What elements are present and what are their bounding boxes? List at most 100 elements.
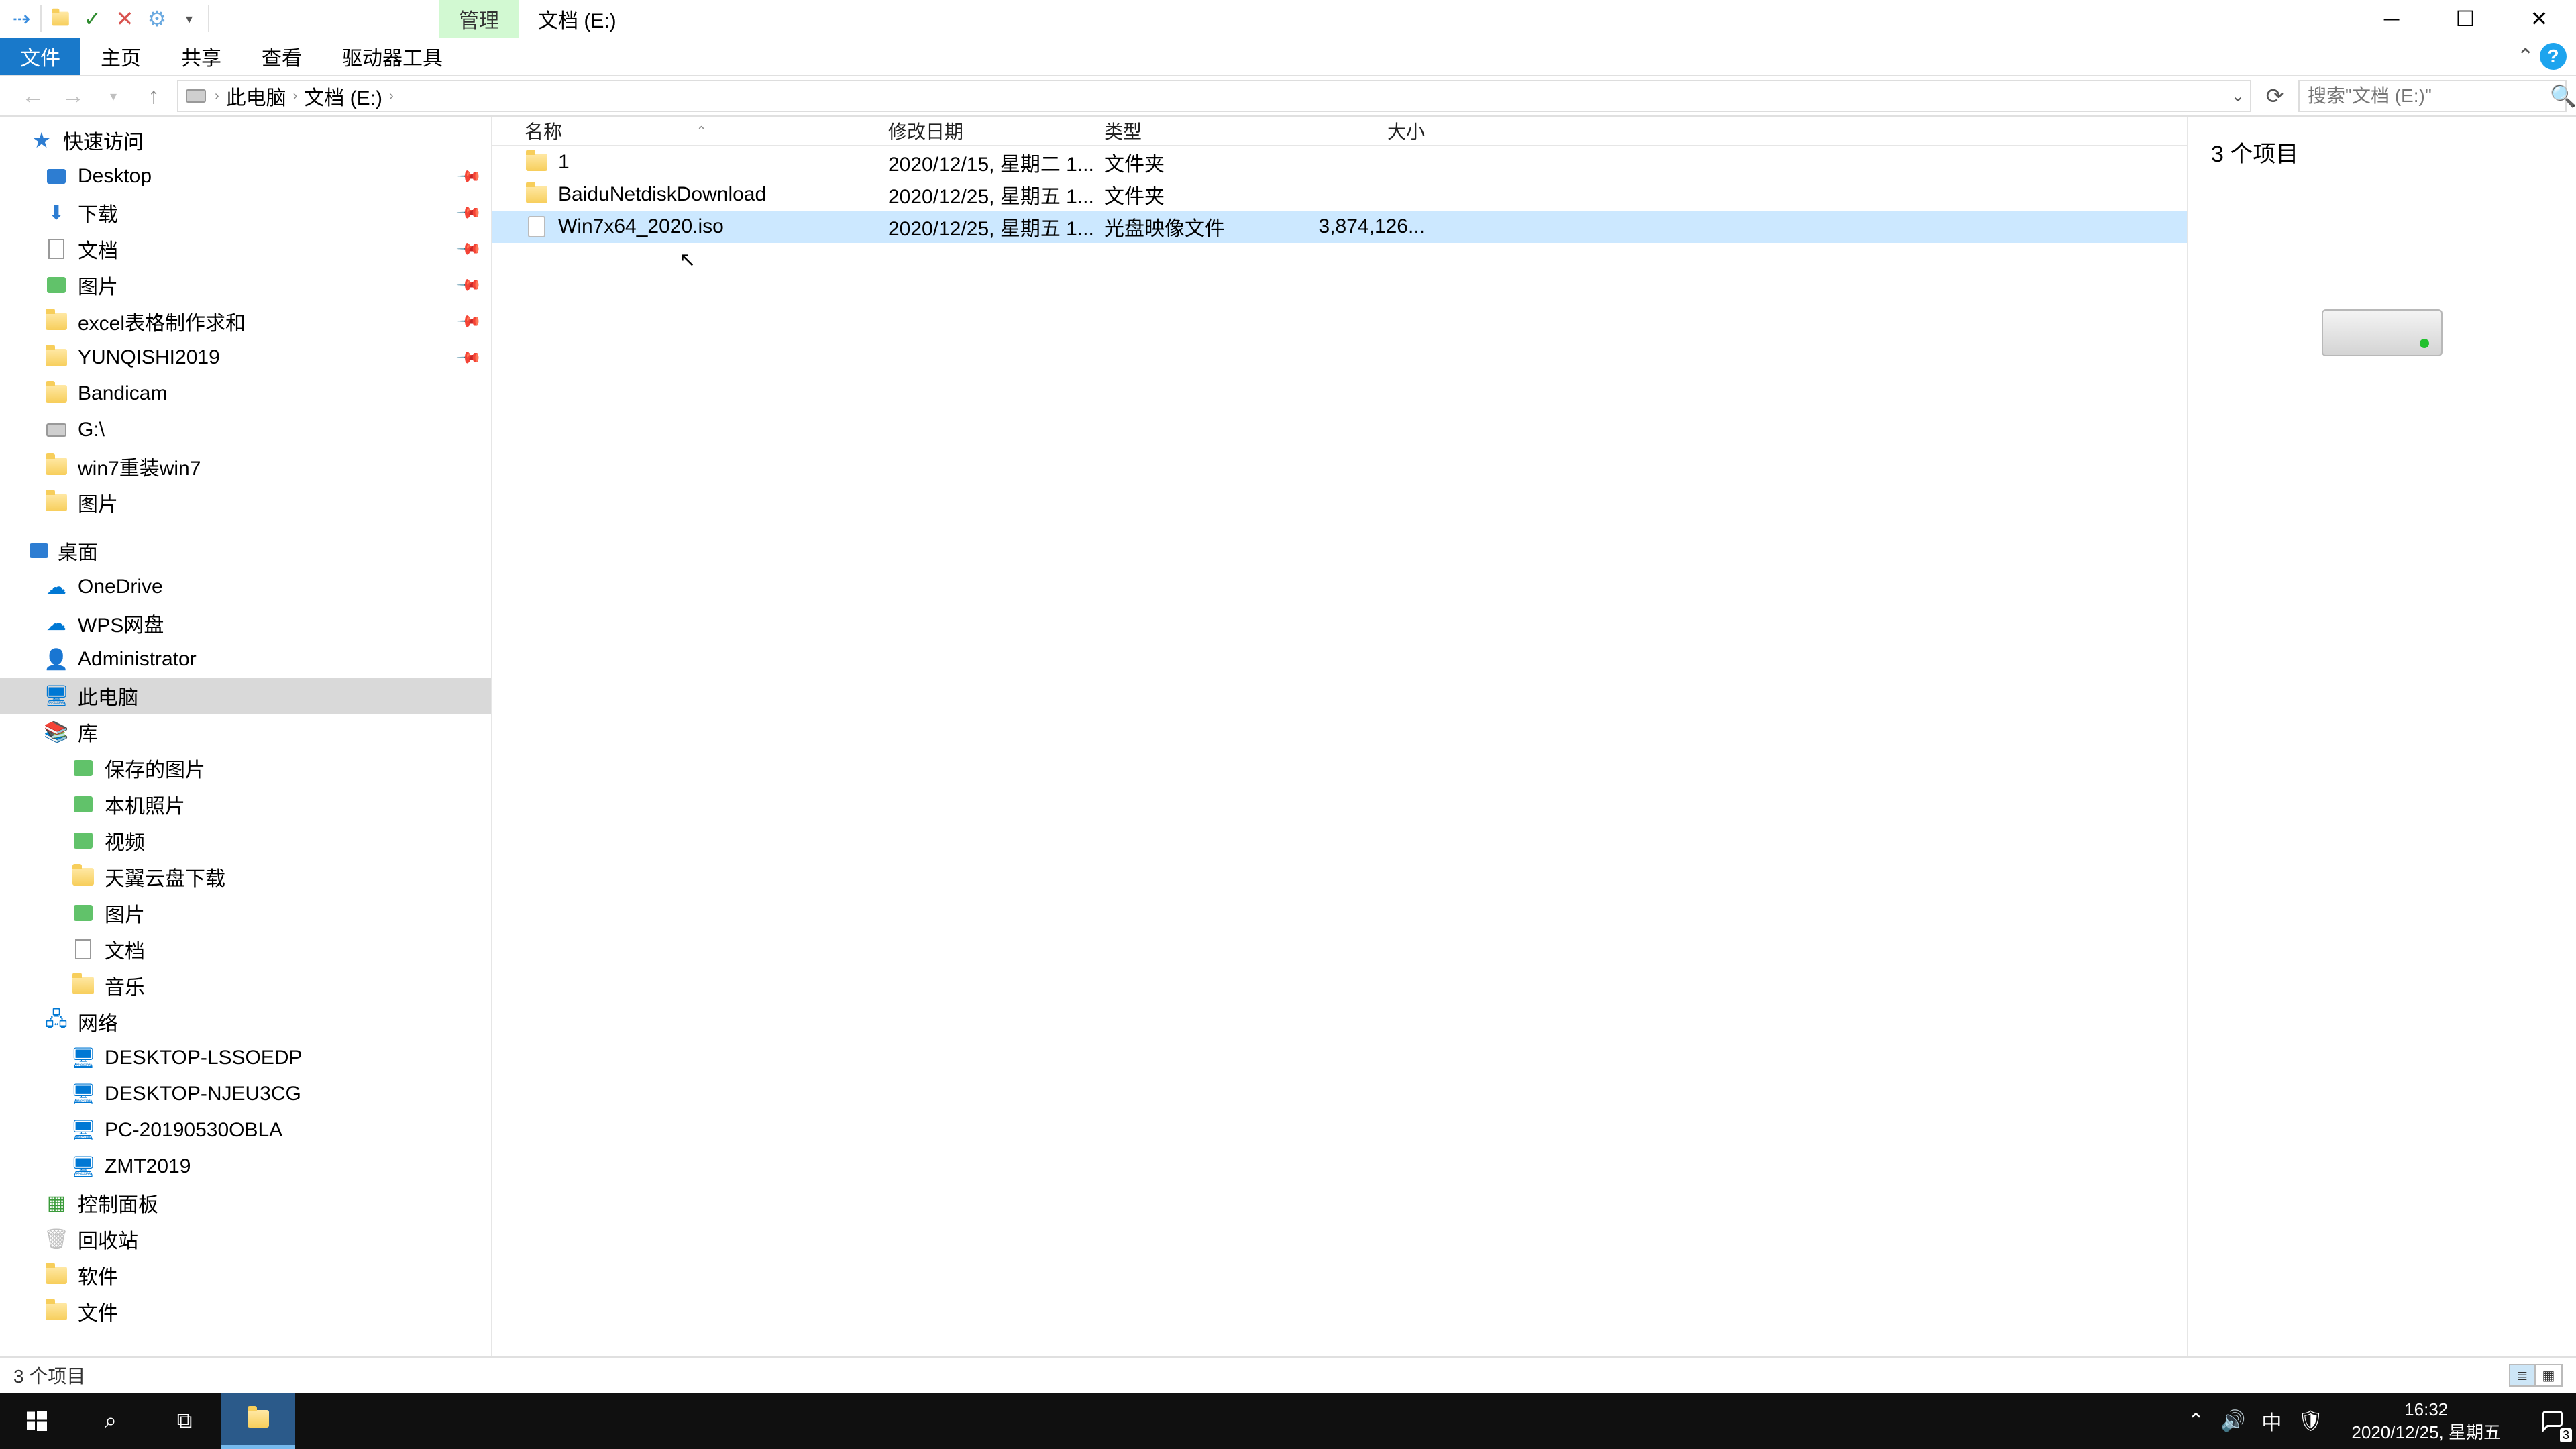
sidebar-item[interactable]: 文档📌	[0, 231, 491, 267]
sidebar-item[interactable]: Bandicam	[0, 376, 491, 412]
column-header-size[interactable]: 大小	[1284, 117, 1445, 144]
nav-back-button[interactable]: ←	[16, 79, 50, 113]
ribbon: 文件 主页 共享 查看 驱动器工具 ⌃ ?	[0, 38, 2576, 76]
sidebar-item[interactable]: ☁OneDrive	[0, 569, 491, 605]
sidebar-item[interactable]: win7重装win7	[0, 448, 491, 484]
sidebar-item[interactable]: 天翼云盘下载	[0, 859, 491, 895]
sidebar-item[interactable]: 音乐	[0, 967, 491, 1004]
navigation-pane[interactable]: ★ 快速访问 Desktop📌⬇下载📌文档📌图片📌excel表格制作求和📌YUN…	[0, 117, 492, 1356]
file-row[interactable]: 12020/12/15, 星期二 1...文件夹	[492, 146, 2187, 178]
doc-icon	[44, 237, 68, 261]
sidebar-item[interactable]: 🖥DESKTOP-NJEU3CG	[0, 1076, 491, 1112]
contextual-tab[interactable]: 管理	[439, 0, 519, 38]
sidebar-item[interactable]: 🖥ZMT2019	[0, 1148, 491, 1185]
ribbon-tab-share[interactable]: 共享	[161, 38, 241, 75]
ribbon-collapse-icon[interactable]: ⌃	[2516, 44, 2534, 69]
sidebar-item[interactable]: 文档	[0, 931, 491, 967]
file-explorer-taskbar-button[interactable]	[221, 1393, 295, 1449]
sidebar-item-label: 图片	[78, 270, 118, 300]
netpc-icon: 🖥	[71, 1046, 95, 1070]
minimize-button[interactable]: ─	[2355, 0, 2428, 38]
address-dropdown-icon[interactable]: ⌄	[2231, 87, 2245, 106]
sidebar-item[interactable]: 图片📌	[0, 267, 491, 303]
ribbon-tab-home[interactable]: 主页	[80, 38, 161, 75]
details-view-button[interactable]: ≣	[2509, 1364, 2536, 1387]
sidebar-item[interactable]: 文件	[0, 1293, 491, 1330]
breadcrumb[interactable]: 文档 (E:)	[304, 81, 382, 111]
sidebar-item[interactable]: 图片	[0, 895, 491, 931]
search-taskbar-button[interactable]: ⌕	[74, 1393, 148, 1449]
column-header-type[interactable]: 类型	[1104, 117, 1284, 144]
column-header-name[interactable]: 名称 ⌃	[492, 117, 888, 144]
pic-icon	[71, 792, 95, 816]
sidebar-item[interactable]: 图片	[0, 484, 491, 521]
sidebar-item[interactable]: 👤Administrator	[0, 641, 491, 678]
clock-date: 2020/12/25, 星期五	[2351, 1421, 2501, 1444]
sidebar-item[interactable]: ⬇下载📌	[0, 195, 491, 231]
icons-view-button[interactable]: ▦	[2536, 1364, 2563, 1387]
tray-chevron-icon[interactable]: ⌃	[2188, 1409, 2204, 1433]
file-icon	[525, 215, 549, 239]
ime-indicator[interactable]: 中	[2261, 1406, 2282, 1436]
crumb-sep-icon[interactable]: ›	[389, 89, 394, 104]
qat-delete-icon[interactable]: ✕	[110, 4, 140, 34]
sidebar-item[interactable]: 软件	[0, 1257, 491, 1293]
qat-check-icon[interactable]: ✓	[78, 4, 107, 34]
sidebar-item-label: 回收站	[78, 1224, 138, 1254]
qat-app-icon[interactable]: ⇢	[7, 4, 36, 34]
sidebar-item[interactable]: Desktop📌	[0, 158, 491, 195]
task-view-button[interactable]: ⧉	[148, 1393, 221, 1449]
column-header-date[interactable]: 修改日期	[888, 117, 1104, 144]
sidebar-item[interactable]: 保存的图片	[0, 750, 491, 786]
file-row[interactable]: Win7x64_2020.iso2020/12/25, 星期五 1...光盘映像…	[492, 211, 2187, 243]
start-button[interactable]	[0, 1393, 74, 1449]
desktop-icon	[30, 543, 48, 558]
sidebar-item-label: 文件	[78, 1297, 118, 1326]
sidebar-item[interactable]: 🖥DESKTOP-LSSOEDP	[0, 1040, 491, 1076]
maximize-button[interactable]: ☐	[2428, 0, 2502, 38]
crumb-sep-icon[interactable]: ›	[293, 89, 298, 104]
help-icon[interactable]: ?	[2540, 43, 2567, 70]
qat-properties-icon[interactable]	[46, 4, 75, 34]
search-icon[interactable]: 🔍	[2550, 83, 2576, 109]
nav-desktop-section[interactable]: 桌面	[0, 533, 491, 569]
sidebar-item-label: G:\	[78, 419, 105, 441]
sidebar-item[interactable]: YUNQISHI2019📌	[0, 339, 491, 376]
nav-recent-dropdown[interactable]: ▾	[97, 79, 130, 113]
nav-up-button[interactable]: ↑	[137, 79, 170, 113]
ribbon-tab-file[interactable]: 文件	[0, 38, 80, 75]
sidebar-item[interactable]: G:\	[0, 412, 491, 448]
sidebar-item-label: 保存的图片	[105, 753, 205, 783]
file-row[interactable]: BaiduNetdiskDownload2020/12/25, 星期五 1...…	[492, 178, 2187, 211]
sidebar-item-label: 文档	[78, 234, 118, 264]
ribbon-tab-drive-tools[interactable]: 驱动器工具	[322, 38, 463, 75]
sidebar-item[interactable]: 🖥此电脑	[0, 678, 491, 714]
sidebar-item[interactable]: 视频	[0, 822, 491, 859]
search-box[interactable]: 🔍	[2298, 80, 2567, 112]
sidebar-item-label: win7重装win7	[78, 451, 201, 481]
ribbon-tab-view[interactable]: 查看	[241, 38, 322, 75]
nav-quick-access[interactable]: ★ 快速访问	[0, 122, 491, 158]
search-input[interactable]	[2308, 85, 2550, 107]
file-date: 2020/12/15, 星期二 1...	[888, 148, 1104, 177]
sidebar-item[interactable]: 🗑回收站	[0, 1221, 491, 1257]
taskbar-clock[interactable]: 16:32 2020/12/25, 星期五	[2339, 1394, 2513, 1448]
close-button[interactable]: ✕	[2502, 0, 2576, 38]
sidebar-item[interactable]: 🖥PC-20190530OBLA	[0, 1112, 491, 1148]
sidebar-item[interactable]: 📚库	[0, 714, 491, 750]
refresh-button[interactable]: ⟳	[2258, 83, 2292, 109]
sidebar-item[interactable]: ▦控制面板	[0, 1185, 491, 1221]
address-box[interactable]: › 此电脑 › 文档 (E:) › ⌄	[177, 80, 2251, 112]
action-center-button[interactable]: 3	[2529, 1393, 2576, 1449]
sidebar-item[interactable]: ☁WPS网盘	[0, 605, 491, 641]
breadcrumb[interactable]: 此电脑	[226, 81, 286, 111]
security-icon[interactable]: 🛡	[2298, 1409, 2323, 1433]
sidebar-item[interactable]: 本机照片	[0, 786, 491, 822]
volume-icon[interactable]: 🔊	[2220, 1409, 2245, 1433]
qat-settings-icon[interactable]: ⚙	[142, 4, 172, 34]
crumb-sep-icon[interactable]: ›	[215, 89, 219, 104]
nav-forward-button[interactable]: →	[56, 79, 90, 113]
sidebar-item[interactable]: excel表格制作求和📌	[0, 303, 491, 339]
qat-dropdown-icon[interactable]: ▾	[174, 4, 204, 34]
sidebar-item[interactable]: 🖧网络	[0, 1004, 491, 1040]
